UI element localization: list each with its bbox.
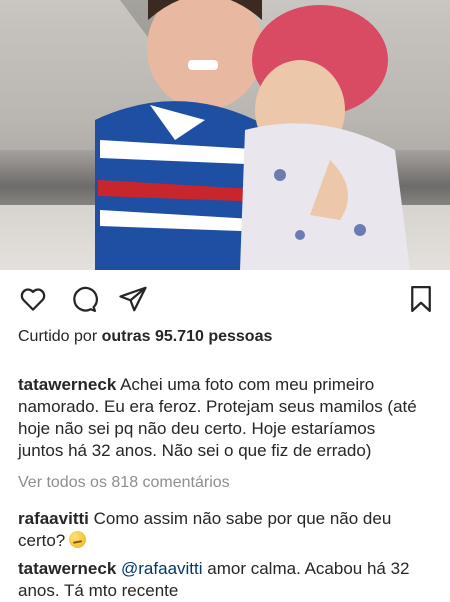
likes-others-link[interactable]: outras 95.710 pessoas — [102, 328, 273, 345]
send-icon[interactable] — [118, 284, 148, 314]
likes-count[interactable]: Curtido por outras 95.710 pessoas — [18, 328, 272, 346]
likes-prefix: Curtido por — [18, 328, 102, 345]
comment-icon[interactable] — [68, 284, 98, 314]
comment-item: rafaavitti Como assim não sabe por que n… — [18, 508, 418, 552]
bookmark-icon[interactable] — [406, 284, 436, 314]
post-photo[interactable] — [0, 0, 450, 270]
comment-mention[interactable]: @rafaavitti — [121, 559, 203, 578]
comment-username[interactable]: rafaavitti — [18, 509, 89, 528]
view-all-comments-link[interactable]: Ver todos os 818 comentários — [18, 474, 230, 492]
comment-item: tatawerneck @rafaavitti amor calma. Acab… — [18, 558, 418, 602]
post-caption: tatawerneck Achei uma foto com meu prime… — [18, 374, 418, 462]
post-actions-bar — [0, 270, 450, 326]
caption-username[interactable]: tatawerneck — [18, 375, 116, 394]
comment-username[interactable]: tatawerneck — [18, 559, 116, 578]
thinking-face-emoji-icon — [69, 531, 87, 548]
heart-icon[interactable] — [18, 284, 48, 314]
photo-children-illustration — [95, 0, 410, 270]
